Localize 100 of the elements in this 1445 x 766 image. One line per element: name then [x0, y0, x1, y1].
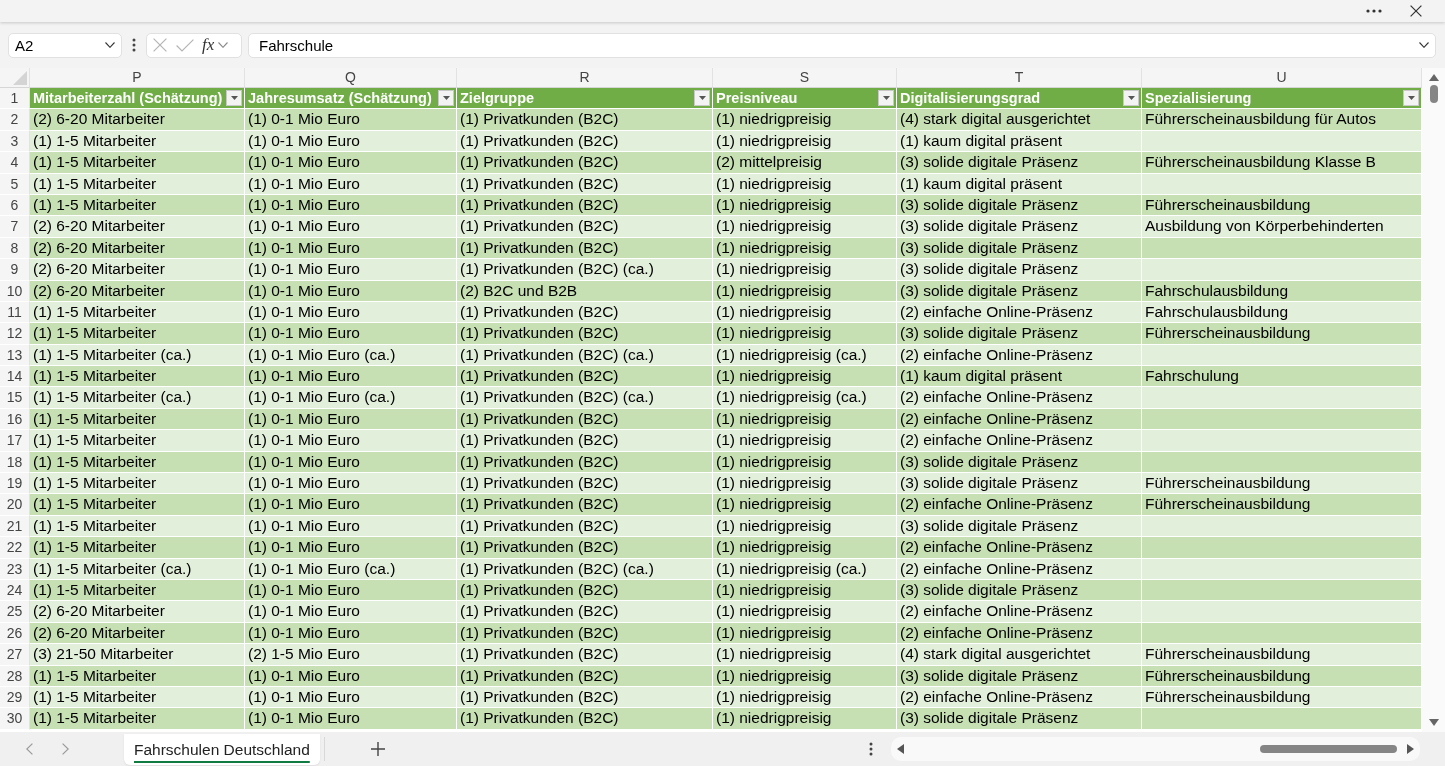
table-cell: (1) niedrigpreisig	[713, 515, 897, 538]
row-number[interactable]: 30	[0, 708, 30, 730]
table-cell: (4) stark digital ausgerichtet	[897, 109, 1142, 131]
row-number[interactable]: 16	[0, 408, 30, 431]
scrollbar-thumb[interactable]	[1429, 85, 1438, 103]
row-number[interactable]: 6	[0, 194, 30, 217]
table-cell: Fahrschulausbildung	[1142, 301, 1422, 324]
row-number[interactable]: 26	[0, 622, 30, 645]
filter-button[interactable]	[438, 90, 454, 107]
table-cell: Führerscheinausbildung	[1142, 323, 1422, 345]
chevron-down-icon[interactable]	[1419, 42, 1429, 48]
table-cell: (1) Privatkunden (B2C) (ca.)	[457, 387, 713, 409]
table-cell: (3) solide digitale Präsenz	[897, 515, 1142, 538]
column-header[interactable]: Q	[245, 68, 457, 88]
table-cell: (1) Privatkunden (B2C)	[457, 237, 713, 260]
formula-field[interactable]: Fahrschule	[248, 32, 1436, 58]
row-number[interactable]: 1	[0, 88, 30, 110]
triangle-right-icon[interactable]	[1407, 744, 1414, 754]
row-number[interactable]: 4	[0, 152, 30, 174]
row-number[interactable]: 28	[0, 665, 30, 687]
row-number[interactable]: 15	[0, 387, 30, 409]
table-cell: (1) niedrigpreisig (ca.)	[713, 344, 897, 367]
vertical-scrollbar[interactable]	[1422, 68, 1445, 732]
row-number[interactable]: 22	[0, 537, 30, 559]
sheet-tab[interactable]: Fahrschulen Deutschland	[124, 734, 320, 765]
table-cell: (1) niedrigpreisig	[713, 580, 897, 602]
plus-icon[interactable]	[370, 742, 385, 756]
vertical-dots-icon[interactable]	[869, 742, 873, 756]
filter-button[interactable]	[1403, 90, 1419, 107]
column-header[interactable]: U	[1142, 68, 1422, 88]
table-cell: Ausbildung von Körperbehinderten	[1142, 216, 1422, 238]
row-number[interactable]: 19	[0, 473, 30, 495]
column-title: Mitarbeiterzahl (Schätzung)	[33, 90, 223, 107]
table-cell: (3) solide digitale Präsenz	[897, 259, 1142, 281]
row-number[interactable]: 9	[0, 259, 30, 281]
column-title: Preisniveau	[716, 90, 798, 107]
row-number[interactable]: 10	[0, 280, 30, 302]
table-cell: (1) Privatkunden (B2C)	[457, 323, 713, 345]
scrollbar-thumb[interactable]	[1260, 745, 1397, 753]
table-cell: (1) 1-5 Mitarbeiter	[30, 366, 245, 388]
table-cell: Führerscheinausbildung	[1142, 494, 1422, 516]
table-cell: (2) einfache Online-Präsenz	[897, 494, 1142, 516]
table-cell: (1) niedrigpreisig	[713, 665, 897, 687]
table-cell: (1) 1-5 Mitarbeiter	[30, 686, 245, 709]
row-number[interactable]: 7	[0, 216, 30, 238]
table-cell: (2) 6-20 Mitarbeiter	[30, 109, 245, 131]
chevron-down-icon[interactable]	[105, 42, 115, 48]
table-cell: (1) 0-1 Mio Euro	[245, 473, 457, 495]
table-cell: (1) 0-1 Mio Euro	[245, 665, 457, 687]
row-number[interactable]: 18	[0, 451, 30, 474]
row-number[interactable]: 24	[0, 580, 30, 602]
filter-button[interactable]	[1123, 90, 1139, 107]
triangle-up-icon[interactable]	[1428, 74, 1439, 81]
table-cell: (1) Privatkunden (B2C)	[457, 194, 713, 217]
row-number[interactable]: 2	[0, 109, 30, 131]
table-cell: Führerscheinausbildung	[1142, 194, 1422, 217]
table-cell: (1) niedrigpreisig	[713, 622, 897, 645]
row-number[interactable]: 5	[0, 173, 30, 195]
filter-button[interactable]	[226, 90, 242, 107]
column-header[interactable]: P	[30, 68, 245, 88]
horizontal-dots-icon[interactable]	[1366, 9, 1382, 13]
row-number[interactable]: 13	[0, 344, 30, 367]
table-cell: (2) 6-20 Mitarbeiter	[30, 622, 245, 645]
row-number[interactable]: 14	[0, 366, 30, 388]
row-number[interactable]: 27	[0, 644, 30, 666]
table-cell: (1) niedrigpreisig	[713, 473, 897, 495]
column-header[interactable]: R	[457, 68, 713, 88]
caret-down-icon	[698, 96, 706, 101]
table-cell: (3) solide digitale Präsenz	[897, 216, 1142, 238]
column-header[interactable]: S	[713, 68, 897, 88]
triangle-left-icon[interactable]	[897, 744, 904, 754]
row-number[interactable]: 25	[0, 601, 30, 623]
table-cell: (3) solide digitale Präsenz	[897, 580, 1142, 602]
row-number[interactable]: 23	[0, 558, 30, 580]
insert-function-button[interactable]: fx	[200, 35, 217, 55]
filter-button[interactable]	[694, 90, 710, 107]
table-cell: (1) Privatkunden (B2C) (ca.)	[457, 344, 713, 367]
filter-button[interactable]	[878, 90, 894, 107]
row-number[interactable]: 21	[0, 515, 30, 538]
triangle-down-icon[interactable]	[1428, 719, 1439, 726]
table-cell: (1) Privatkunden (B2C)	[457, 152, 713, 174]
close-icon[interactable]	[1410, 5, 1422, 17]
row-number[interactable]: 20	[0, 494, 30, 516]
name-box[interactable]: A2	[8, 32, 122, 58]
table-cell: (3) solide digitale Präsenz	[897, 708, 1142, 730]
vertical-dots-icon[interactable]	[132, 38, 136, 52]
row-number[interactable]: 29	[0, 686, 30, 709]
row-number[interactable]: 17	[0, 430, 30, 452]
row-number[interactable]: 12	[0, 323, 30, 345]
table-cell: (1) 1-5 Mitarbeiter	[30, 665, 245, 687]
table-cell: (1) kaum digital präsent	[897, 366, 1142, 388]
row-number[interactable]: 11	[0, 301, 30, 324]
table-cell: (1) niedrigpreisig	[713, 430, 897, 452]
horizontal-scrollbar[interactable]	[891, 737, 1420, 761]
column-header[interactable]: T	[897, 68, 1142, 88]
row-number[interactable]: 3	[0, 130, 30, 153]
table-cell: (3) solide digitale Präsenz	[897, 473, 1142, 495]
table-cell: (1) 1-5 Mitarbeiter	[30, 580, 245, 602]
row-number[interactable]: 8	[0, 237, 30, 260]
table-cell: (1) Privatkunden (B2C)	[457, 644, 713, 666]
